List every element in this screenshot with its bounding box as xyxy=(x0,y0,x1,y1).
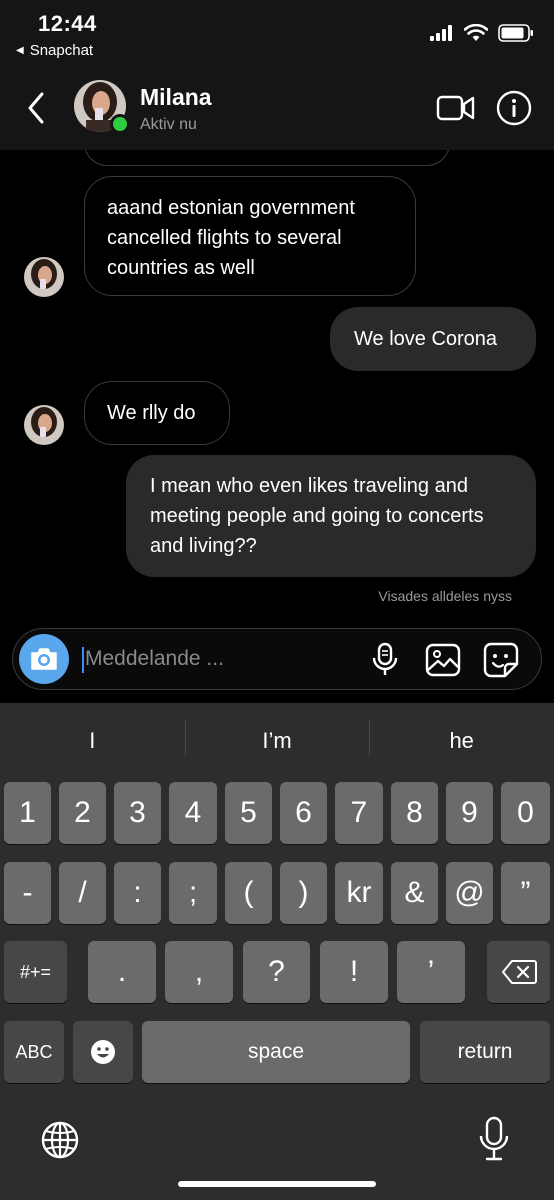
sender-avatar xyxy=(24,405,64,445)
sender-avatar xyxy=(24,257,64,297)
message-text: aaand estonian government cancelled flig… xyxy=(107,197,355,279)
avatar-photo xyxy=(24,257,64,297)
return-key[interactable]: return xyxy=(420,1021,550,1083)
suggestion-bar: I I’m he xyxy=(0,703,554,779)
key[interactable]: ) xyxy=(280,862,327,924)
key[interactable]: 8 xyxy=(391,782,438,844)
key[interactable]: ? xyxy=(243,941,310,1003)
emoji-key[interactable] xyxy=(73,1021,133,1083)
message-bubble-outgoing[interactable]: We love Corona xyxy=(330,307,536,371)
contact-avatar[interactable] xyxy=(74,80,130,134)
message-bubble-outgoing[interactable]: I mean who even likes traveling and meet… xyxy=(126,455,536,577)
symbols-mode-key[interactable]: #+= xyxy=(4,941,67,1003)
message-bubble-incoming[interactable]: aaand estonian government cancelled flig… xyxy=(84,176,416,296)
suggestion-item[interactable]: I’m xyxy=(184,703,370,779)
contact-name[interactable]: Milana xyxy=(140,84,212,111)
voice-button[interactable] xyxy=(365,640,405,680)
microphone-icon xyxy=(372,642,398,675)
key[interactable]: 3 xyxy=(114,782,161,844)
key[interactable]: - xyxy=(4,862,51,924)
online-indicator xyxy=(110,114,130,134)
key[interactable]: ; xyxy=(169,862,217,924)
camera-icon xyxy=(31,648,57,670)
key[interactable]: & xyxy=(391,862,438,924)
key[interactable]: 7 xyxy=(335,782,383,844)
key[interactable]: : xyxy=(114,862,161,924)
back-triangle-icon: ◀ xyxy=(16,45,24,56)
key[interactable]: 6 xyxy=(280,782,327,844)
status-bar: 12:44 ◀ Snapchat xyxy=(0,0,554,70)
keyboard: I I’m he 1 2 3 4 5 6 7 8 9 0 - / : ; ( )… xyxy=(0,703,554,1200)
message-text: We rlly do xyxy=(107,402,196,424)
key[interactable]: 2 xyxy=(59,782,106,844)
avatar-photo xyxy=(24,405,64,445)
back-app-label: Snapchat xyxy=(29,42,94,59)
backspace-icon xyxy=(501,960,537,984)
home-indicator[interactable] xyxy=(178,1181,376,1187)
key[interactable]: ( xyxy=(225,862,272,924)
key[interactable]: ! xyxy=(320,941,388,1003)
abc-key[interactable]: ABC xyxy=(4,1021,64,1083)
sticker-icon xyxy=(483,642,519,678)
message-input[interactable] xyxy=(85,642,345,676)
wifi-icon xyxy=(464,24,488,41)
suggestion-item[interactable]: I xyxy=(0,703,185,779)
globe-icon[interactable] xyxy=(40,1120,80,1160)
key[interactable]: 1 xyxy=(4,782,51,844)
back-to-app-link[interactable]: ◀ Snapchat xyxy=(16,42,93,59)
message-bubble-incoming[interactable]: We rlly do xyxy=(84,381,230,445)
text-cursor xyxy=(82,647,84,673)
suggestion-item[interactable]: he xyxy=(369,703,554,779)
emoji-icon xyxy=(91,1040,115,1064)
camera-button[interactable] xyxy=(19,634,69,684)
key[interactable]: kr xyxy=(335,862,383,924)
chat-thread[interactable]: aaand estonian government cancelled flig… xyxy=(0,150,554,620)
back-chevron-icon[interactable] xyxy=(22,90,52,126)
key[interactable]: 4 xyxy=(169,782,217,844)
message-bubble-partial xyxy=(84,150,450,166)
key[interactable]: 0 xyxy=(501,782,550,844)
space-key[interactable]: space xyxy=(142,1021,410,1083)
key[interactable]: 5 xyxy=(225,782,272,844)
key[interactable]: / xyxy=(59,862,106,924)
key[interactable]: ’ xyxy=(397,941,465,1003)
sticker-button[interactable] xyxy=(481,640,521,680)
key[interactable]: . xyxy=(88,941,156,1003)
message-text: We love Corona xyxy=(354,328,498,350)
key[interactable]: , xyxy=(165,941,233,1003)
delete-key[interactable] xyxy=(487,941,550,1003)
gallery-button[interactable] xyxy=(423,640,463,680)
battery-icon xyxy=(498,24,533,42)
image-icon xyxy=(425,643,461,677)
signal-icon xyxy=(430,25,452,41)
key[interactable]: ” xyxy=(501,862,550,924)
seen-receipt: Visades alldeles nyss xyxy=(378,588,512,604)
message-composer xyxy=(12,628,542,690)
key[interactable]: 9 xyxy=(446,782,493,844)
status-icons xyxy=(430,24,534,42)
contact-status: Aktiv nu xyxy=(140,116,197,133)
chat-header: Milana Aktiv nu xyxy=(0,70,554,150)
message-text: I mean who even likes traveling and meet… xyxy=(150,475,484,557)
video-call-icon[interactable] xyxy=(436,92,476,124)
dictation-microphone-icon[interactable] xyxy=(478,1116,510,1162)
key[interactable]: @ xyxy=(446,862,493,924)
info-icon[interactable] xyxy=(496,90,532,126)
status-time: 12:44 xyxy=(38,11,97,36)
